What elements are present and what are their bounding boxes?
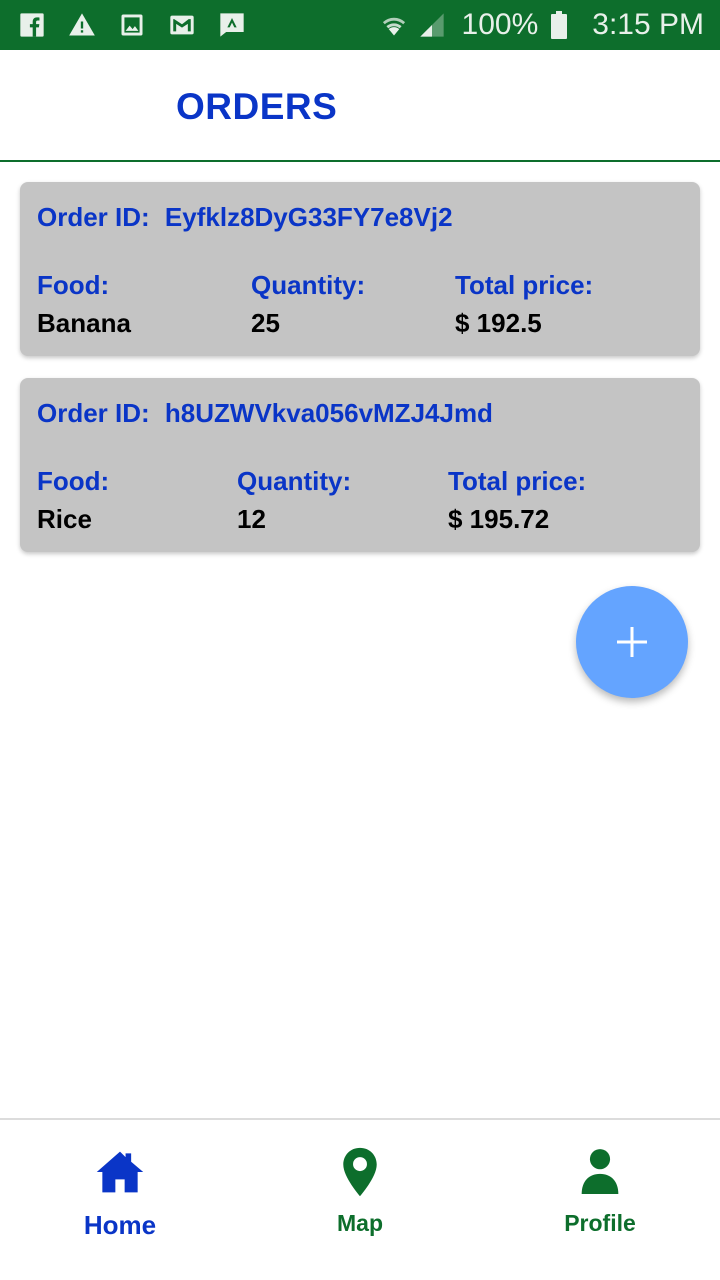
price-column: Total price: $ 195.72 <box>448 466 586 535</box>
signal-icon <box>418 11 446 39</box>
food-label: Food: <box>37 466 110 496</box>
nav-label-home: Home <box>83 1210 157 1240</box>
quantity-label: Quantity: <box>251 270 366 300</box>
facebook-icon <box>18 11 46 39</box>
quantity-column: Quantity: 25 <box>251 270 365 339</box>
food-column: Food: Banana <box>37 270 131 339</box>
price-value: $ 192.5 <box>455 308 542 338</box>
quantity-value: 25 <box>251 308 280 338</box>
clock: 3:15 PM <box>592 8 704 41</box>
battery-percent: 100% <box>461 8 539 41</box>
order-id-value: h8UZWVkva056vMZJ4Jmd <box>164 398 493 428</box>
nav-item-profile[interactable]: Profile <box>500 1120 700 1280</box>
home-icon <box>92 1144 148 1200</box>
wifi-icon <box>380 11 408 39</box>
person-icon <box>572 1144 628 1200</box>
app-header: ORDERS <box>0 50 720 162</box>
add-order-button[interactable] <box>576 586 688 698</box>
bottom-navigation: Home Map Profile <box>0 1118 720 1280</box>
price-label: Total price: <box>448 466 587 496</box>
order-id-label: Order ID: <box>37 398 150 428</box>
food-label: Food: <box>37 270 110 300</box>
food-column: Food: Rice <box>37 466 109 535</box>
status-indicators: 100% 3:15 PM <box>380 0 704 50</box>
battery-icon <box>548 11 570 39</box>
gmail-icon <box>168 11 196 39</box>
quantity-column: Quantity: 12 <box>237 466 351 535</box>
price-value: $ 195.72 <box>448 504 550 534</box>
nav-item-map[interactable]: Map <box>260 1120 460 1280</box>
order-card[interactable]: Order ID: h8UZWVkva056vMZJ4Jmd Food: Ric… <box>20 378 700 552</box>
page-title: ORDERS <box>176 86 338 127</box>
plus-icon <box>617 627 647 657</box>
order-id-label: Order ID: <box>37 202 150 232</box>
food-value: Rice <box>37 504 92 534</box>
nav-label-profile: Profile <box>564 1210 636 1236</box>
food-value: Banana <box>37 308 131 338</box>
image-icon <box>118 11 146 39</box>
order-id-value: Eyfklz8DyG33FY7e8Vj2 <box>164 202 453 232</box>
nav-label-map: Map <box>337 1210 383 1236</box>
order-card[interactable]: Order ID: Eyfklz8DyG33FY7e8Vj2 Food: Ban… <box>20 182 700 356</box>
nav-item-home[interactable]: Home <box>20 1120 220 1280</box>
price-column: Total price: $ 192.5 <box>455 270 593 339</box>
map-pin-icon <box>332 1144 388 1200</box>
quantity-label: Quantity: <box>237 466 352 496</box>
notification-icons <box>0 11 246 39</box>
status-bar: 100% 3:15 PM <box>0 0 720 50</box>
order-id-row: Order ID: Eyfklz8DyG33FY7e8Vj2 <box>37 202 453 233</box>
price-label: Total price: <box>455 270 594 300</box>
order-id-row: Order ID: h8UZWVkva056vMZJ4Jmd <box>37 398 493 429</box>
quantity-value: 12 <box>237 504 266 534</box>
warning-icon <box>68 11 96 39</box>
message-icon <box>218 11 246 39</box>
